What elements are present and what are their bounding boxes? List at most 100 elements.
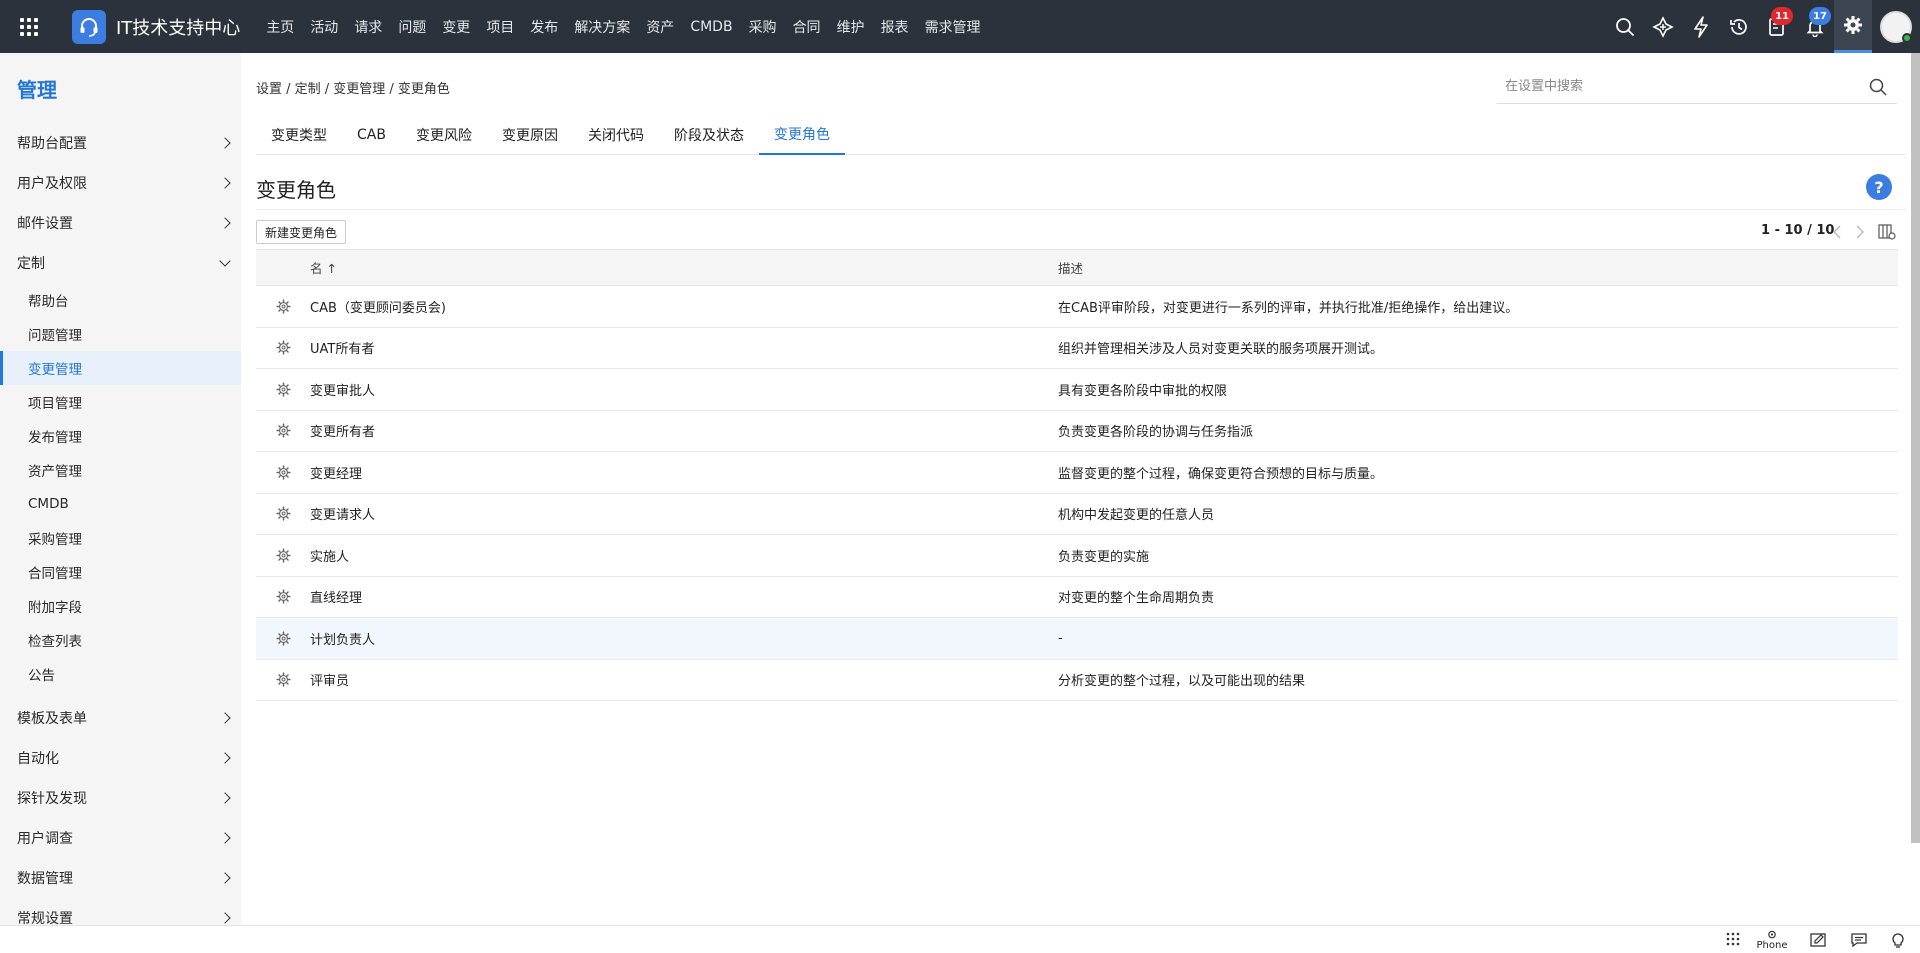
- sidebar-section-user-survey[interactable]: 用户调查: [0, 818, 241, 858]
- sidebar-section-users-permissions[interactable]: 用户及权限: [0, 163, 241, 203]
- sidebar-item-asset-management[interactable]: 资产管理: [0, 453, 241, 487]
- table-row[interactable]: 计划负责人 -: [256, 618, 1898, 660]
- sidebar-section-probes-discovery[interactable]: 探针及发现: [0, 778, 241, 818]
- breadcrumb[interactable]: 设置 / 定制 / 变更管理 / 变更角色: [256, 78, 450, 97]
- sidebar-item-additional-fields[interactable]: 附加字段: [0, 589, 241, 623]
- sidebar-item-project-management[interactable]: 项目管理: [0, 385, 241, 419]
- row-settings-gear-icon[interactable]: [275, 506, 291, 521]
- table-row[interactable]: 变更所有者 负责变更各阶段的协调与任务指派: [256, 411, 1898, 452]
- nav-requests[interactable]: 请求: [346, 0, 390, 53]
- nav-changes[interactable]: 变更: [434, 0, 478, 53]
- role-name[interactable]: 实施人: [310, 546, 1058, 565]
- lightbulb-icon[interactable]: [1887, 929, 1909, 951]
- sidebar-item-announcements[interactable]: 公告: [0, 657, 241, 691]
- bell-icon[interactable]: 17: [1796, 0, 1834, 53]
- notes-icon[interactable]: [1808, 929, 1830, 951]
- role-name[interactable]: CAB（变更顾问委员会): [310, 297, 1058, 316]
- sidebar-item-cmdb[interactable]: CMDB: [0, 487, 241, 521]
- tab-change-risk[interactable]: 变更风险: [401, 115, 487, 155]
- role-name[interactable]: UAT所有者: [310, 338, 1058, 357]
- row-settings-gear-icon[interactable]: [275, 589, 291, 604]
- column-header-description[interactable]: 描述: [1058, 258, 1898, 277]
- nav-solutions[interactable]: 解决方案: [566, 0, 638, 53]
- nav-activities[interactable]: 活动: [302, 0, 346, 53]
- row-settings-gear-icon[interactable]: [275, 631, 291, 646]
- nav-cmdb[interactable]: CMDB: [682, 0, 740, 53]
- sidebar-item-purchase-management[interactable]: 采购管理: [0, 521, 241, 555]
- sidebar-section-automation[interactable]: 自动化: [0, 738, 241, 778]
- nav-demand-management[interactable]: 需求管理: [917, 0, 989, 53]
- table-row[interactable]: 变更审批人 具有变更各阶段中审批的权限: [256, 369, 1898, 411]
- phone-settings-button[interactable]: Phone: [1754, 929, 1790, 951]
- table-row[interactable]: 评审员 分析变更的整个过程，以及可能出现的结果: [256, 660, 1898, 701]
- role-name[interactable]: 变更经理: [310, 463, 1058, 482]
- sidebar-section-helpdesk-config[interactable]: 帮助台配置: [0, 123, 241, 163]
- table-row[interactable]: CAB（变更顾问委员会) 在CAB评审阶段，对变更进行一系列的评审，并执行批准/拒…: [256, 286, 1898, 328]
- settings-search-input[interactable]: [1497, 70, 1857, 102]
- new-change-role-button[interactable]: 新建变更角色: [256, 220, 347, 244]
- sidebar-section-data-management[interactable]: 数据管理: [0, 858, 241, 898]
- search-icon[interactable]: [1606, 0, 1644, 53]
- user-avatar[interactable]: [1880, 10, 1912, 43]
- tab-change-types[interactable]: 变更类型: [256, 115, 342, 155]
- role-name[interactable]: 变更审批人: [310, 380, 1058, 399]
- table-row[interactable]: 变更请求人 机构中发起变更的任意人员: [256, 494, 1898, 535]
- row-settings-gear-icon[interactable]: [275, 299, 291, 314]
- help-icon[interactable]: ?: [1866, 174, 1892, 200]
- table-row[interactable]: 直线经理 对变更的整个生命周期负责: [256, 577, 1898, 618]
- row-settings-gear-icon[interactable]: [275, 340, 291, 355]
- tab-closure-codes[interactable]: 关闭代码: [573, 115, 659, 155]
- tab-change-roles[interactable]: 变更角色: [758, 115, 845, 155]
- apps-grid-icon[interactable]: [0, 0, 58, 53]
- nav-projects[interactable]: 项目: [478, 0, 522, 53]
- history-icon[interactable]: [1720, 0, 1758, 53]
- sidebar-item-checklists[interactable]: 检查列表: [0, 623, 241, 657]
- page-scrollbar[interactable]: [1911, 53, 1920, 843]
- sidebar-section-templates-forms[interactable]: 模板及表单: [0, 698, 241, 738]
- sidebar-item-helpdesk[interactable]: 帮助台: [0, 283, 241, 317]
- dialpad-icon[interactable]: [1722, 929, 1744, 951]
- row-settings-gear-icon[interactable]: [275, 423, 291, 438]
- tab-change-reasons[interactable]: 变更原因: [487, 115, 573, 155]
- nav-home[interactable]: 主页: [258, 0, 302, 53]
- nav-reports[interactable]: 报表: [873, 0, 917, 53]
- row-settings-gear-icon[interactable]: [275, 672, 291, 687]
- table-row[interactable]: UAT所有者 组织并管理相关涉及人员对变更关联的服务项展开测试。: [256, 328, 1898, 369]
- lightning-icon[interactable]: [1682, 0, 1720, 53]
- row-settings-gear-icon[interactable]: [275, 382, 291, 397]
- nav-purchase[interactable]: 采购: [741, 0, 785, 53]
- app-title[interactable]: IT技术支持中心: [116, 14, 240, 40]
- role-name[interactable]: 计划负责人: [310, 629, 1058, 648]
- tab-cab[interactable]: CAB: [342, 115, 401, 155]
- row-settings-gear-icon[interactable]: [275, 465, 291, 480]
- sidebar-section-customization[interactable]: 定制: [0, 243, 241, 283]
- sidebar-section-mail-settings[interactable]: 邮件设置: [0, 203, 241, 243]
- row-settings-gear-icon[interactable]: [275, 548, 291, 563]
- nav-contracts[interactable]: 合同: [785, 0, 829, 53]
- role-name[interactable]: 评审员: [310, 670, 1058, 689]
- table-row[interactable]: 变更经理 监督变更的整个过程，确保变更符合预想的目标与质量。: [256, 452, 1898, 494]
- tasks-icon[interactable]: 11: [1758, 0, 1796, 53]
- nav-releases[interactable]: 发布: [522, 0, 566, 53]
- sidebar-item-contract-management[interactable]: 合同管理: [0, 555, 241, 589]
- nav-problems[interactable]: 问题: [390, 0, 434, 53]
- role-name[interactable]: 直线经理: [310, 587, 1058, 606]
- quick-create-icon[interactable]: [1644, 0, 1682, 53]
- chat-icon[interactable]: [1848, 929, 1870, 951]
- sidebar-item-change-management[interactable]: 变更管理: [0, 351, 241, 385]
- chevron-right-icon[interactable]: [1852, 225, 1866, 239]
- chevron-left-icon[interactable]: [1831, 225, 1845, 239]
- sidebar-item-problem-management[interactable]: 问题管理: [0, 317, 241, 351]
- column-settings-icon[interactable]: [1878, 224, 1896, 244]
- nav-maintenance[interactable]: 维护: [829, 0, 873, 53]
- nav-assets[interactable]: 资产: [638, 0, 682, 53]
- role-name[interactable]: 变更请求人: [310, 504, 1058, 523]
- table-row[interactable]: 实施人 负责变更的实施: [256, 535, 1898, 577]
- sidebar-item-release-management[interactable]: 发布管理: [0, 419, 241, 453]
- sidebar-section-general-settings[interactable]: 常规设置: [0, 898, 241, 925]
- role-name[interactable]: 变更所有者: [310, 421, 1058, 440]
- tab-stages-status[interactable]: 阶段及状态: [659, 115, 759, 155]
- gear-icon[interactable]: [1834, 0, 1872, 53]
- search-icon[interactable]: [1869, 78, 1887, 100]
- column-header-name[interactable]: 名 ↑: [310, 258, 1058, 277]
